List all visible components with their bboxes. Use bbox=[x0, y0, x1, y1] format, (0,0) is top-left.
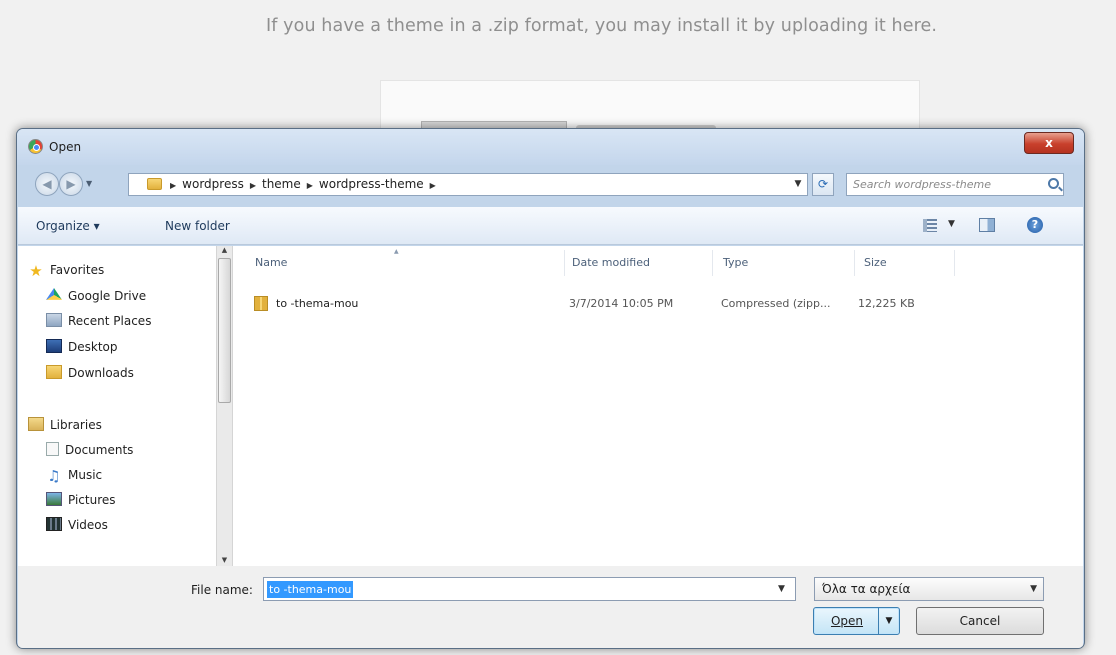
nav-music[interactable]: ♫ Music bbox=[46, 466, 102, 484]
back-button[interactable]: ◀ bbox=[35, 172, 59, 196]
nav-label: Desktop bbox=[68, 340, 118, 354]
scroll-down-icon[interactable]: ▼ bbox=[217, 556, 232, 564]
column-header-size[interactable]: Size bbox=[864, 256, 887, 269]
file-name: to -thema-mou bbox=[276, 297, 359, 310]
open-dialog: Open x ◀ ▶ ▼ ▶ wordpress ▶ theme ▶ wordpress-… bbox=[16, 128, 1085, 649]
navigation-scrollbar[interactable]: ▲ ▼ bbox=[216, 246, 233, 566]
open-button[interactable]: Open ▼ bbox=[813, 607, 900, 635]
nav-desktop[interactable]: Desktop bbox=[46, 338, 118, 356]
nav-label: Favorites bbox=[50, 263, 105, 277]
pictures-icon bbox=[46, 492, 62, 506]
forward-button[interactable]: ▶ bbox=[59, 172, 83, 196]
nav-downloads[interactable]: Downloads bbox=[46, 364, 134, 382]
new-folder-button[interactable]: New folder bbox=[165, 219, 230, 233]
recent-places-icon bbox=[46, 313, 62, 327]
documents-icon bbox=[46, 442, 59, 456]
search-icon[interactable] bbox=[1048, 178, 1059, 189]
breadcrumb-theme[interactable]: theme bbox=[260, 174, 303, 195]
folder-icon bbox=[147, 178, 162, 190]
nav-videos[interactable]: Videos bbox=[46, 516, 108, 534]
chevron-right-icon[interactable]: ▶ bbox=[170, 175, 176, 195]
breadcrumb-wordpress-theme[interactable]: wordpress-theme bbox=[317, 174, 426, 195]
nav-libraries[interactable]: Libraries bbox=[28, 416, 102, 434]
column-divider[interactable] bbox=[954, 250, 955, 276]
sort-indicator-icon: ▲ bbox=[394, 248, 399, 255]
nav-label: Videos bbox=[68, 518, 108, 532]
chrome-icon bbox=[28, 139, 43, 154]
search-input[interactable]: Search wordpress-theme bbox=[846, 173, 1064, 196]
column-header-date-modified[interactable]: Date modified bbox=[572, 256, 650, 269]
cancel-button[interactable]: Cancel bbox=[916, 607, 1044, 635]
music-icon: ♫ bbox=[47, 467, 61, 485]
videos-icon bbox=[46, 517, 62, 531]
search-placeholder: Search wordpress-theme bbox=[853, 178, 991, 191]
preview-pane-icon[interactable] bbox=[979, 218, 995, 232]
nav-pictures[interactable]: Pictures bbox=[46, 491, 116, 509]
file-list: ▲ Name Date modified Type Size to -thema… bbox=[234, 246, 1083, 566]
nav-label: Music bbox=[68, 468, 103, 482]
view-options-dropdown-icon[interactable]: ▼ bbox=[948, 219, 955, 229]
nav-recent-places[interactable]: Recent Places bbox=[46, 312, 151, 330]
desktop-icon bbox=[46, 339, 62, 353]
scroll-up-icon[interactable]: ▲ bbox=[217, 246, 232, 254]
file-type: Compressed (zipp... bbox=[721, 297, 831, 310]
breadcrumb-wordpress[interactable]: wordpress bbox=[180, 174, 246, 195]
file-name-dropdown-icon[interactable]: ▼ bbox=[778, 584, 785, 594]
file-name-value: to -thema-mou bbox=[267, 581, 354, 598]
column-header-type[interactable]: Type bbox=[723, 256, 748, 269]
organize-menu[interactable]: Organize ▾ bbox=[36, 219, 100, 233]
chevron-down-icon: ▼ bbox=[1030, 584, 1037, 594]
downloads-icon bbox=[46, 365, 62, 379]
nav-google-drive[interactable]: Google Drive bbox=[46, 287, 146, 305]
nav-favorites[interactable]: ★ Favorites bbox=[28, 261, 104, 279]
file-name-label: File name: bbox=[191, 583, 253, 597]
address-dropdown-icon[interactable]: ▼ bbox=[789, 174, 807, 195]
address-bar[interactable]: ▶ wordpress ▶ theme ▶ wordpress-theme ▶ bbox=[128, 173, 808, 196]
nav-label: Google Drive bbox=[68, 289, 147, 303]
file-size: 12,225 KB bbox=[858, 297, 915, 310]
file-name-input[interactable]: to -thema-mou bbox=[263, 577, 796, 601]
navigation-pane: ★ Favorites Google Drive Recent Places De… bbox=[18, 246, 216, 566]
upload-instruction: If you have a theme in a .zip format, yo… bbox=[266, 16, 938, 36]
dialog-title: Open bbox=[49, 140, 82, 154]
help-icon[interactable]: ? bbox=[1027, 217, 1043, 233]
close-button[interactable]: x bbox=[1024, 132, 1074, 154]
change-view-icon[interactable] bbox=[923, 219, 937, 232]
nav-label: Pictures bbox=[68, 493, 116, 507]
dialog-titlebar[interactable]: Open x bbox=[17, 129, 1084, 165]
nav-label: Recent Places bbox=[68, 314, 152, 328]
dialog-body: ★ Favorites Google Drive Recent Places De… bbox=[18, 246, 1083, 566]
dialog-footer: File name: to -thema-mou ▼ Όλα τα αρχεία… bbox=[18, 566, 1083, 648]
scrollbar-thumb[interactable] bbox=[218, 258, 231, 403]
nav-label: Downloads bbox=[68, 366, 134, 380]
column-divider[interactable] bbox=[564, 250, 565, 276]
nav-documents[interactable]: Documents bbox=[46, 441, 133, 459]
recent-pages-dropdown-icon[interactable]: ▼ bbox=[86, 179, 92, 188]
chevron-right-icon[interactable]: ▶ bbox=[430, 175, 436, 195]
libraries-icon bbox=[28, 417, 44, 431]
file-type-filter-select[interactable]: Όλα τα αρχεία ▼ bbox=[814, 577, 1044, 601]
chevron-right-icon[interactable]: ▶ bbox=[307, 175, 313, 195]
column-header-name[interactable]: Name bbox=[255, 256, 287, 269]
file-type-filter-value: Όλα τα αρχεία bbox=[822, 582, 911, 596]
navigation-bar: ◀ ▶ ▼ ▶ wordpress ▶ theme ▶ wordpress-theme ▶ … bbox=[17, 167, 1084, 201]
open-button-label: Open bbox=[830, 614, 864, 628]
google-drive-icon bbox=[46, 288, 62, 300]
zip-folder-icon bbox=[254, 296, 268, 311]
column-divider[interactable] bbox=[854, 250, 855, 276]
command-bar: Organize ▾ New folder ▼ ? bbox=[18, 207, 1083, 245]
nav-label: Documents bbox=[65, 443, 134, 457]
refresh-button[interactable]: ⟳ bbox=[812, 173, 834, 196]
file-row[interactable]: to -thema-mou 3/7/2014 10:05 PM Compress… bbox=[254, 295, 954, 313]
file-date-modified: 3/7/2014 10:05 PM bbox=[569, 297, 674, 310]
chevron-right-icon[interactable]: ▶ bbox=[250, 175, 256, 195]
open-options-dropdown-icon[interactable]: ▼ bbox=[878, 608, 899, 634]
nav-label: Libraries bbox=[50, 418, 102, 432]
column-divider[interactable] bbox=[712, 250, 713, 276]
star-icon: ★ bbox=[29, 262, 43, 280]
